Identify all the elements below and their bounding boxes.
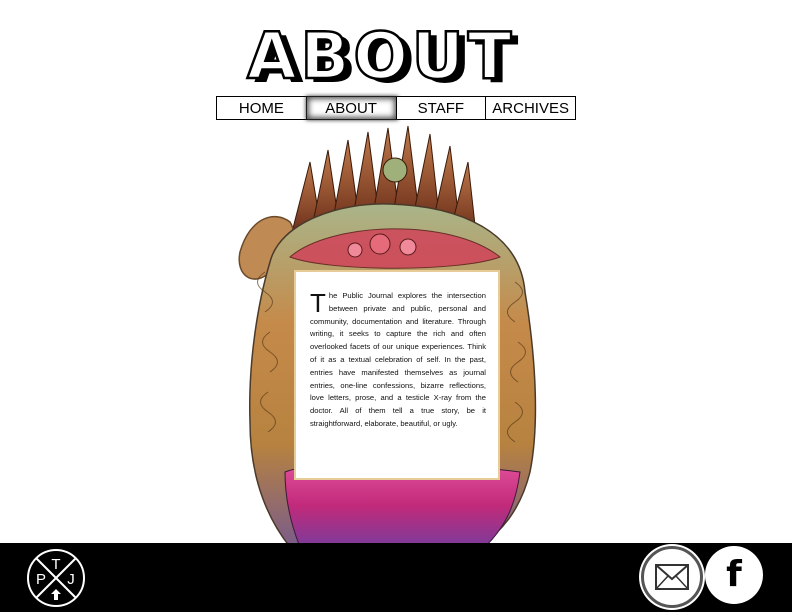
about-text-card: The Public Journal explores the intersec… bbox=[294, 270, 500, 480]
page-title: ABOUT ABOUT bbox=[245, 19, 550, 98]
email-button[interactable] bbox=[641, 546, 703, 608]
nav-archives[interactable]: ARCHIVES bbox=[486, 97, 575, 119]
about-paragraph: The Public Journal explores the intersec… bbox=[310, 290, 486, 431]
drop-cap: T bbox=[310, 288, 326, 318]
nav-staff[interactable]: STAFF bbox=[396, 97, 487, 119]
nav-home[interactable]: HOME bbox=[217, 97, 307, 119]
logo-letter-p: P bbox=[36, 571, 46, 588]
ptj-logo-icon[interactable]: T P J bbox=[26, 548, 86, 608]
about-body-text: he Public Journal explores the intersect… bbox=[310, 291, 486, 428]
nav-about[interactable]: ABOUT bbox=[306, 97, 397, 119]
facebook-button[interactable]: f bbox=[705, 546, 763, 604]
main-nav: HOME ABOUT STAFF ARCHIVES bbox=[216, 96, 576, 120]
envelope-icon bbox=[655, 564, 689, 590]
logo-letter-j: J bbox=[67, 571, 75, 588]
footer: T P J f bbox=[0, 543, 792, 612]
logo-letter-t: T bbox=[51, 556, 60, 573]
facebook-icon: f bbox=[726, 554, 742, 595]
page-title-text: ABOUT bbox=[247, 26, 515, 86]
